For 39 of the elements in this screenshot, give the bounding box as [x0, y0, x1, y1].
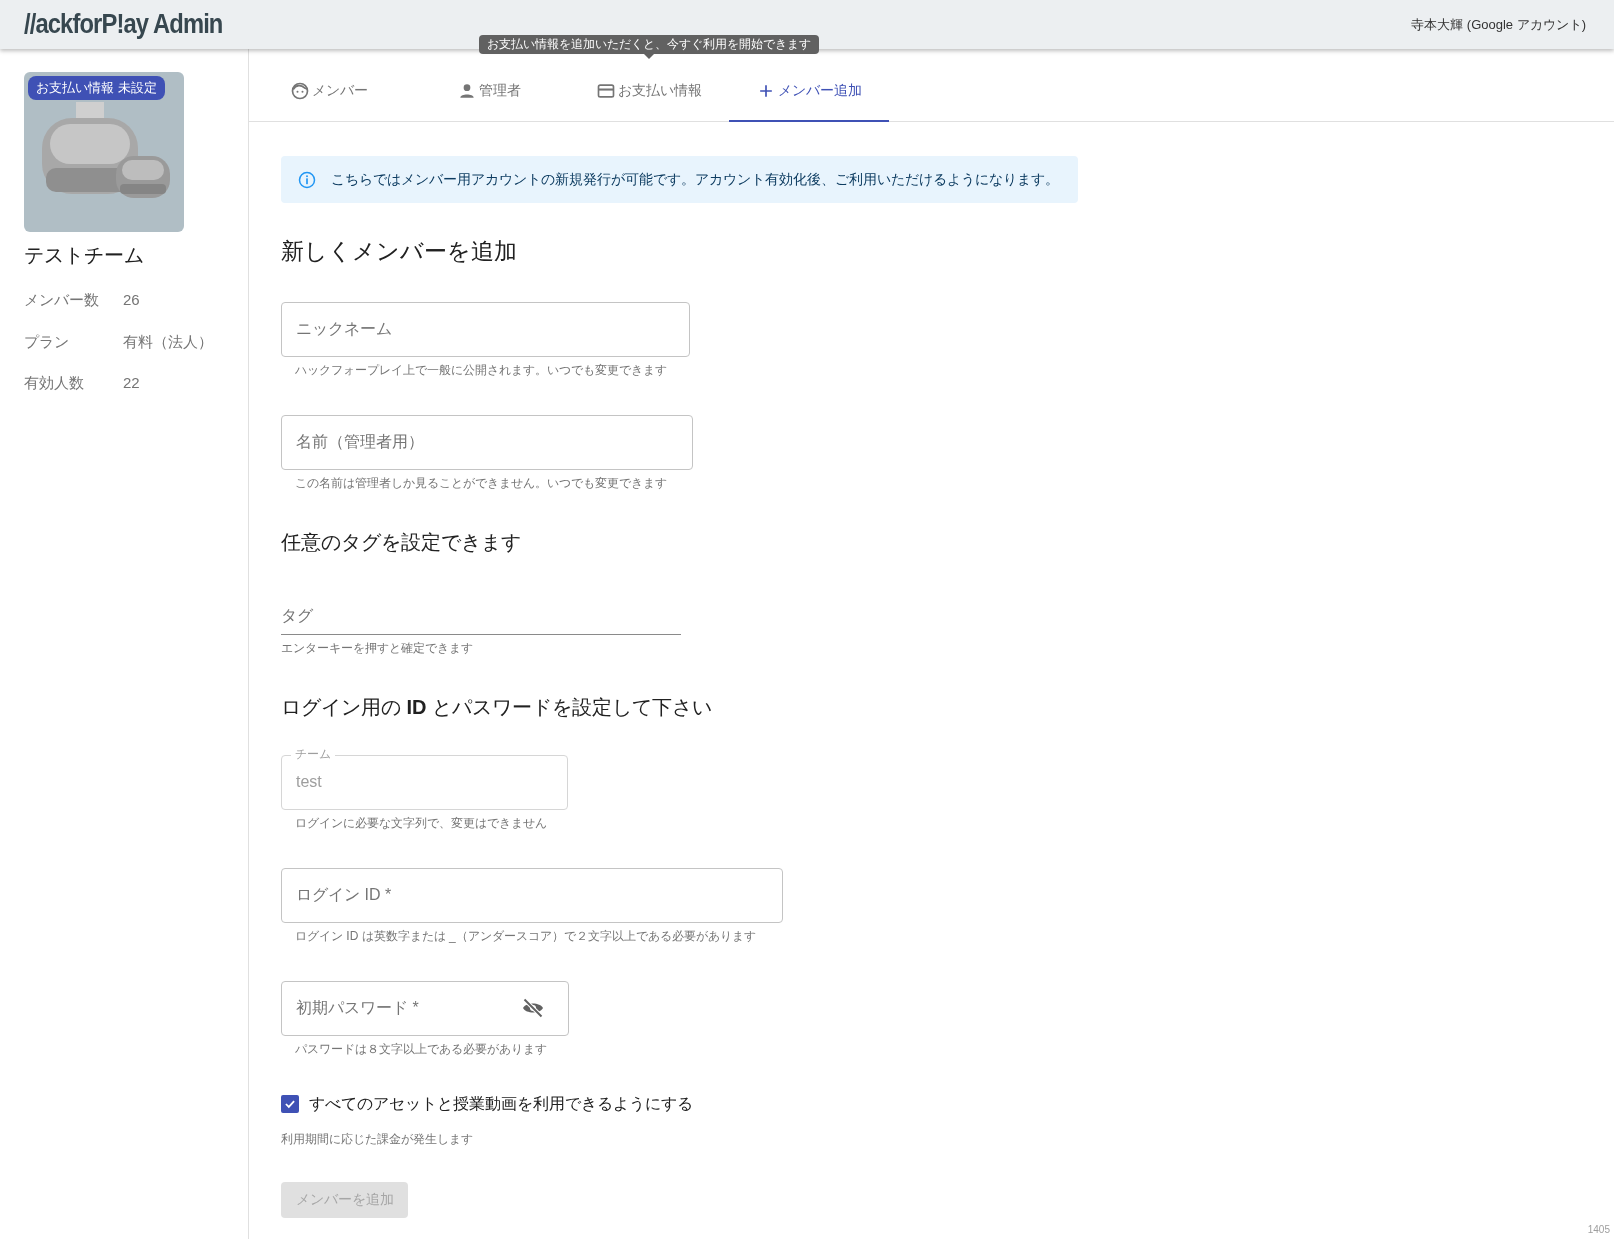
tab[interactable]: メンバー追加 [729, 61, 889, 122]
stat-label: プラン [24, 331, 70, 352]
status-badge: お支払い情報 未設定 [28, 76, 165, 100]
helper-text: ハックフォープレイ上で一般に公開されます。いつでも変更できます [295, 361, 668, 379]
section-heading: 新しくメンバーを追加 [281, 238, 518, 266]
helper-text: エンターキーを押すと確定できます [281, 639, 474, 657]
helper-text: この名前は管理者しか見ることができません。いつでも変更できます [295, 474, 668, 492]
eye-slash-icon[interactable] [521, 995, 545, 1020]
field-label: チーム [291, 746, 335, 761]
face-icon [290, 80, 310, 101]
helper-text: ログイン ID は英数字または _（アンダースコア）で２文字以上である必要があります [295, 927, 757, 945]
helper-text: パスワードは８文字以上である必要があります [295, 1040, 548, 1058]
info-text: こちらではメンバー用アカウントの新規発行が可能です。アカウント有効化後、ご利用いただけるようになります。 [331, 170, 1059, 189]
helper-text: ログインに必要な文字列で、変更はできません [295, 814, 548, 832]
stat-label: 有効人数 [24, 373, 85, 393]
stat-value: 有料（法人） [123, 332, 213, 350]
stat-value: 22 [123, 374, 140, 391]
note-text: 利用期間に応じた課金が発生します [281, 1130, 474, 1148]
logo: //ackforP!ay Admin [24, 8, 223, 42]
tooltip: お支払い情報を追加いただくと、今すぐ利用を開始できます [479, 35, 819, 54]
input-field[interactable]: ログイン ID * [281, 867, 783, 923]
tag-field[interactable]: タグ [281, 599, 681, 635]
input-field[interactable]: 名前（管理者用） [281, 414, 693, 470]
tab[interactable]: 管理者 [409, 61, 569, 122]
checkbox[interactable] [281, 1094, 299, 1113]
section-heading: 任意のタグを設定できます [281, 529, 522, 554]
stat-label: メンバー数 [24, 290, 100, 310]
tab[interactable]: メンバー [249, 61, 409, 122]
version-number: 1405 [1587, 1223, 1610, 1237]
tab[interactable]: お支払い情報 [569, 61, 729, 122]
team-name: テストチーム [24, 243, 145, 268]
stat-value: 26 [123, 291, 140, 308]
input-field[interactable]: ニックネーム [281, 301, 690, 357]
account-name: 寺本大輝 (Google アカウント) [1411, 15, 1586, 34]
input-field[interactable]: 初期パスワード * [281, 980, 569, 1036]
tooltip-arrow [644, 54, 654, 59]
checkbox-label: すべてのアセットと授業動画を利用できるようにする [309, 1093, 693, 1114]
info-icon [297, 169, 317, 190]
section-heading: ログイン用の ID とパスワードを設定して下さい [281, 694, 714, 719]
